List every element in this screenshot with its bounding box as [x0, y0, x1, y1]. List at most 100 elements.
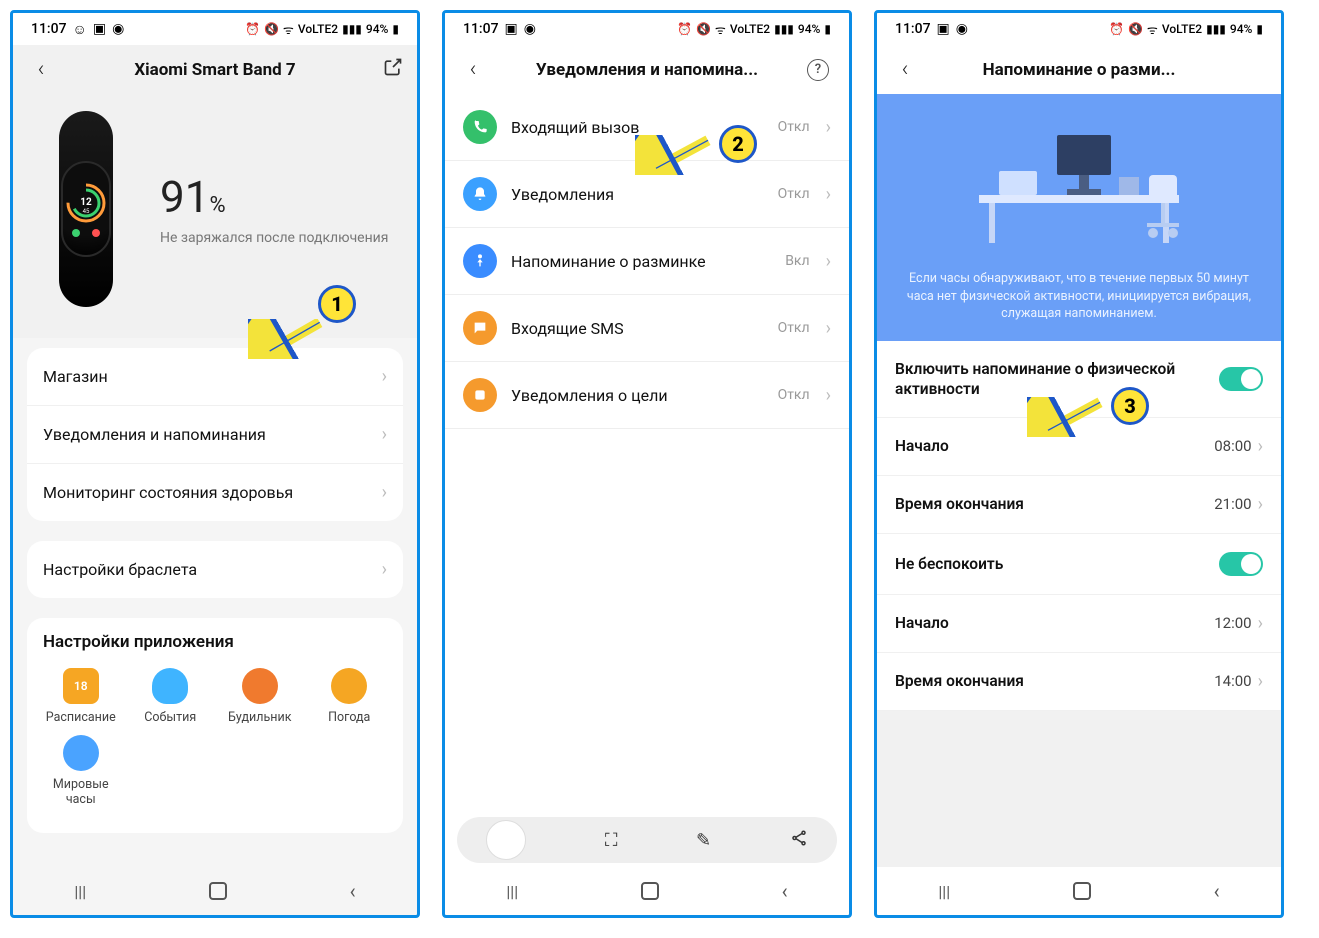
device-battery-subtitle: Не заряжался после подключения	[160, 229, 397, 247]
row-end-time-1[interactable]: Время окончания 21:00 ›	[877, 476, 1281, 534]
app-tile-events[interactable]: События	[131, 668, 211, 725]
status-bar: 11:07 ☺ ▣ ◉ ⏰ 🔇 ᯤ VoLTE2 ▮▮▮ 94% ▮	[13, 13, 417, 45]
battery-icon: ▮	[392, 22, 399, 36]
desk-illustration	[895, 110, 1263, 260]
edit-icon[interactable]: ✎	[696, 830, 711, 851]
app-settings-card: Настройки приложения 18 Расписание Событ…	[27, 618, 403, 833]
battery-icon: ▮	[824, 22, 831, 36]
page-title: Xiaomi Smart Band 7	[63, 60, 367, 80]
picture-icon: ▣	[937, 21, 950, 37]
notification-list: Входящий вызов Откл › Уведомления Откл ›…	[445, 94, 849, 429]
battery-icon: ▮	[1256, 22, 1263, 36]
status-bar: 11:07 ▣ ◉ ⏰ 🔇 ᯤ VoLTE2 ▮▮▮ 94% ▮	[445, 13, 849, 45]
row-incoming-call[interactable]: Входящий вызов Откл ›	[445, 94, 849, 161]
row-start-time-2[interactable]: Начало 12:00 ›	[877, 595, 1281, 653]
chevron-right-icon: ›	[1258, 494, 1263, 515]
row-do-not-disturb[interactable]: Не беспокоить	[877, 534, 1281, 595]
row-health[interactable]: Мониторинг состояния здоровья ›	[27, 464, 403, 521]
battery-text: 94%	[1230, 22, 1252, 36]
row-store[interactable]: Магазин ›	[27, 348, 403, 406]
chevron-right-icon: ›	[826, 318, 831, 339]
nav-recent-button[interactable]: |||	[74, 882, 86, 901]
chevron-right-icon: ›	[382, 482, 387, 503]
wifi-icon: ᯤ	[1147, 21, 1158, 38]
weather-icon	[331, 668, 367, 704]
phone-screen-3: 11:07 ▣ ◉ ⏰ 🔇 ᯤ VoLTE2 ▮▮▮ 94% ▮ ‹ Напом…	[874, 10, 1284, 918]
hero-description: Если часы обнаруживают, что в течение пе…	[895, 270, 1263, 323]
app-settings-title: Настройки приложения	[27, 618, 403, 660]
chevron-right-icon: ›	[826, 251, 831, 272]
screenshot-toolbar[interactable]: ⛶ ✎	[457, 817, 837, 863]
system-nav-bar: ||| ‹	[13, 867, 417, 915]
chevron-right-icon: ›	[382, 366, 387, 387]
toggle-on[interactable]	[1219, 367, 1263, 391]
alarm-icon: ⏰	[1109, 22, 1124, 36]
picture-icon: ▣	[505, 21, 518, 37]
row-goal-notifications[interactable]: Уведомления о цели Откл ›	[445, 362, 849, 429]
chevron-right-icon: ›	[382, 424, 387, 445]
signal-icon: ▮▮▮	[342, 22, 362, 36]
row-enable-activity-reminder[interactable]: Включить напоминание о физической активн…	[877, 341, 1281, 418]
nav-recent-button[interactable]: |||	[938, 882, 950, 901]
back-button[interactable]: ‹	[459, 57, 487, 82]
crop-icon[interactable]: ⛶	[605, 830, 618, 851]
app-tile-alarm[interactable]: Будильник	[220, 668, 300, 725]
person-icon	[463, 244, 497, 278]
mute-icon: 🔇	[696, 22, 711, 36]
picture-icon: ▣	[93, 21, 106, 37]
nav-recent-button[interactable]: |||	[506, 882, 518, 901]
nav-home-button[interactable]	[209, 882, 227, 900]
calendar-icon: 18	[63, 668, 99, 704]
chevron-right-icon: ›	[1258, 436, 1263, 457]
share-button[interactable]	[375, 57, 403, 82]
nav-back-button[interactable]: ‹	[350, 879, 356, 903]
chevron-right-icon: ›	[826, 117, 831, 138]
alarm-app-icon	[242, 668, 278, 704]
status-time: 11:07	[463, 21, 499, 37]
volte-icon: VoLTE2	[730, 22, 770, 36]
back-button[interactable]: ‹	[27, 57, 55, 82]
help-icon: ?	[807, 59, 829, 81]
row-band-settings[interactable]: Настройки браслета ›	[27, 541, 403, 598]
nav-back-button[interactable]: ‹	[782, 879, 788, 903]
toggle-on[interactable]	[1219, 552, 1263, 576]
row-start-time-1[interactable]: Начало 08:00 ›	[877, 418, 1281, 476]
row-notifications[interactable]: Уведомления и напоминания ›	[27, 406, 403, 464]
viber-icon: ☺	[73, 21, 87, 38]
app-tile-world-clock[interactable]: Мировые часы	[41, 735, 121, 807]
main-menu-card: Магазин › Уведомления и напоминания › Мо…	[27, 348, 403, 521]
signal-icon: ▮▮▮	[1206, 22, 1226, 36]
page-title: Уведомления и напомина...	[495, 60, 799, 80]
app-tile-weather[interactable]: Погода	[310, 668, 390, 725]
row-incoming-sms[interactable]: Входящие SMS Откл ›	[445, 295, 849, 362]
help-button[interactable]: ?	[807, 59, 835, 81]
phone-icon	[463, 110, 497, 144]
nav-back-button[interactable]: ‹	[1214, 879, 1220, 903]
hero-illustration: Если часы обнаруживают, что в течение пе…	[877, 94, 1281, 341]
thumbnail-preview[interactable]	[486, 820, 526, 860]
app-tile-schedule[interactable]: 18 Расписание	[41, 668, 121, 725]
status-bar: 11:07 ▣ ◉ ⏰ 🔇 ᯤ VoLTE2 ▮▮▮ 94% ▮	[877, 13, 1281, 45]
settings-list: Включить напоминание о физической активн…	[877, 341, 1281, 711]
wifi-icon: ᯤ	[283, 21, 294, 38]
chevron-right-icon: ›	[382, 559, 387, 580]
back-button[interactable]: ‹	[891, 57, 919, 82]
device-image: 12 45	[33, 104, 138, 314]
battery-text: 94%	[798, 22, 820, 36]
mute-icon: 🔇	[264, 22, 279, 36]
row-stretch-reminder[interactable]: Напоминание о разминке Вкл ›	[445, 228, 849, 295]
row-end-time-2[interactable]: Время окончания 14:00 ›	[877, 653, 1281, 711]
camera-icon: ◉	[112, 21, 124, 37]
share-icon[interactable]	[790, 829, 808, 852]
phone-screen-2: 11:07 ▣ ◉ ⏰ 🔇 ᯤ VoLTE2 ▮▮▮ 94% ▮ ‹ Уведо…	[442, 10, 852, 918]
svg-text:45: 45	[82, 208, 89, 215]
bulb-icon	[152, 668, 188, 704]
row-notifications[interactable]: Уведомления Откл ›	[445, 161, 849, 228]
volte-icon: VoLTE2	[298, 22, 338, 36]
camera-icon: ◉	[956, 21, 968, 37]
svg-text:12: 12	[80, 197, 92, 208]
page-title: Напоминание о разми...	[927, 60, 1231, 80]
nav-home-button[interactable]	[1073, 882, 1091, 900]
system-nav-bar: ||| ‹	[445, 867, 849, 915]
nav-home-button[interactable]	[641, 882, 659, 900]
